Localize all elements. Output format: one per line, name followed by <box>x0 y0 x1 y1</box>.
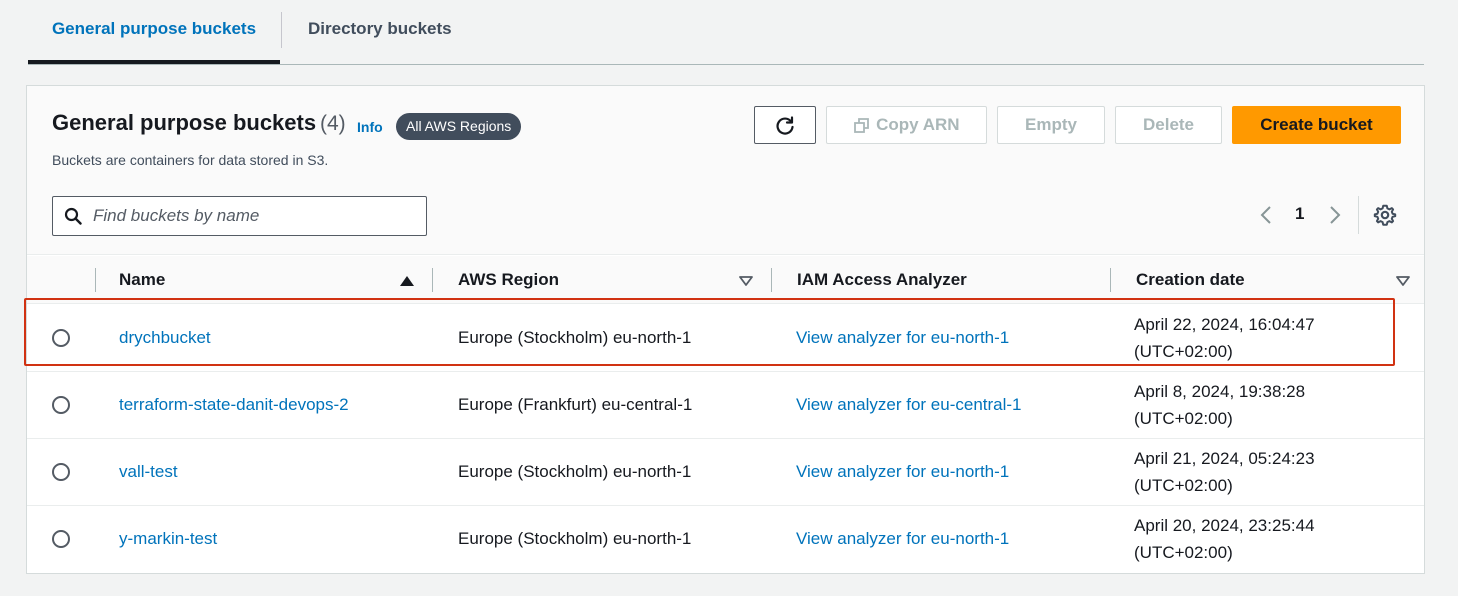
bucket-region: Europe (Stockholm) eu-north-1 <box>458 328 692 347</box>
chevron-left-icon[interactable] <box>1257 203 1275 227</box>
search-input[interactable] <box>93 205 413 227</box>
creation-date-timezone: (UTC+02:00) <box>1134 409 1233 428</box>
delete-button[interactable]: Delete <box>1115 106 1222 144</box>
copy-arn-button[interactable]: Copy ARN <box>826 106 987 144</box>
column-header-access-analyzer: IAM Access Analyzer <box>797 270 967 289</box>
view-analyzer-link[interactable]: View analyzer for eu-north-1 <box>796 462 1009 482</box>
row-select-radio[interactable] <box>52 530 70 548</box>
table-row[interactable]: y-markin-test Europe (Stockholm) eu-nort… <box>27 506 1424 573</box>
panel-description: Buckets are containers for data stored i… <box>52 152 329 168</box>
bucket-count: (4) <box>320 112 346 135</box>
panel-header: General purpose buckets (4) Info All AWS… <box>27 86 1424 255</box>
row-select-radio[interactable] <box>52 463 70 481</box>
column-header-region[interactable]: AWS Region <box>458 270 559 290</box>
table-row[interactable]: terraform-state-danit-devops-2 Europe (F… <box>27 372 1424 439</box>
copy-icon <box>854 117 870 133</box>
bucket-type-tabs: General purpose buckets Directory bucket… <box>28 0 1424 65</box>
creation-date-value: April 8, 2024, 19:38:28 <box>1134 382 1306 401</box>
column-divider <box>432 268 433 292</box>
creation-date: April 20, 2024, 23:25:44 (UTC+02:00) <box>1134 512 1315 566</box>
creation-date-value: April 21, 2024, 05:24:23 <box>1134 449 1315 468</box>
pager-divider <box>1358 196 1359 234</box>
bucket-name-link[interactable]: drychbucket <box>119 328 211 348</box>
column-divider <box>1110 268 1111 292</box>
page-title: General purpose buckets <box>52 110 317 135</box>
bucket-region: Europe (Stockholm) eu-north-1 <box>458 462 692 481</box>
column-divider <box>771 268 772 292</box>
create-bucket-button[interactable]: Create bucket <box>1232 106 1401 144</box>
creation-date-value: April 20, 2024, 23:25:44 <box>1134 516 1315 535</box>
creation-date: April 21, 2024, 05:24:23 (UTC+02:00) <box>1134 445 1315 499</box>
gear-icon[interactable] <box>1373 203 1397 227</box>
creation-date-timezone: (UTC+02:00) <box>1134 543 1233 562</box>
column-header-name[interactable]: Name <box>119 270 165 290</box>
refresh-icon <box>776 115 794 135</box>
search-box <box>52 196 427 236</box>
buckets-panel: General purpose buckets (4) Info All AWS… <box>26 85 1425 574</box>
region-badge: All AWS Regions <box>396 113 522 140</box>
creation-date-value: April 22, 2024, 16:04:47 <box>1134 315 1315 334</box>
creation-date: April 8, 2024, 19:38:28 (UTC+02:00) <box>1134 378 1305 432</box>
creation-date-timezone: (UTC+02:00) <box>1134 476 1233 495</box>
info-link[interactable]: Info <box>357 119 383 135</box>
creation-date: April 22, 2024, 16:04:47 (UTC+02:00) <box>1134 311 1315 365</box>
refresh-button[interactable] <box>754 106 816 144</box>
sort-descending-icon[interactable] <box>1396 276 1410 286</box>
view-analyzer-link[interactable]: View analyzer for eu-north-1 <box>796 529 1009 549</box>
bucket-region: Europe (Frankfurt) eu-central-1 <box>458 395 693 414</box>
table-row[interactable]: drychbucket Europe (Stockholm) eu-north-… <box>27 305 1424 372</box>
chevron-right-icon[interactable] <box>1326 203 1344 227</box>
table-row[interactable]: vall-test Europe (Stockholm) eu-north-1 … <box>27 439 1424 506</box>
tab-general-purpose-buckets[interactable]: General purpose buckets <box>28 0 280 64</box>
row-select-radio[interactable] <box>52 329 70 347</box>
empty-button[interactable]: Empty <box>997 106 1105 144</box>
creation-date-timezone: (UTC+02:00) <box>1134 342 1233 361</box>
row-select-radio[interactable] <box>52 396 70 414</box>
table-header: Name AWS Region IAM Access Analyzer Crea… <box>27 256 1424 304</box>
column-divider <box>95 268 96 292</box>
copy-arn-label: Copy ARN <box>876 115 960 134</box>
bucket-region: Europe (Stockholm) eu-north-1 <box>458 529 692 548</box>
sort-ascending-icon[interactable] <box>400 276 414 286</box>
sort-descending-icon[interactable] <box>739 276 753 286</box>
search-icon <box>64 207 82 225</box>
view-analyzer-link[interactable]: View analyzer for eu-north-1 <box>796 328 1009 348</box>
view-analyzer-link[interactable]: View analyzer for eu-central-1 <box>796 395 1022 415</box>
bucket-name-link[interactable]: y-markin-test <box>119 529 217 549</box>
column-header-creation-date[interactable]: Creation date <box>1136 270 1245 290</box>
bucket-name-link[interactable]: terraform-state-danit-devops-2 <box>119 395 349 415</box>
tab-directory-buckets[interactable]: Directory buckets <box>308 0 452 64</box>
current-page-number[interactable]: 1 <box>1295 204 1304 224</box>
tab-divider <box>281 12 282 48</box>
bucket-name-link[interactable]: vall-test <box>119 462 178 482</box>
